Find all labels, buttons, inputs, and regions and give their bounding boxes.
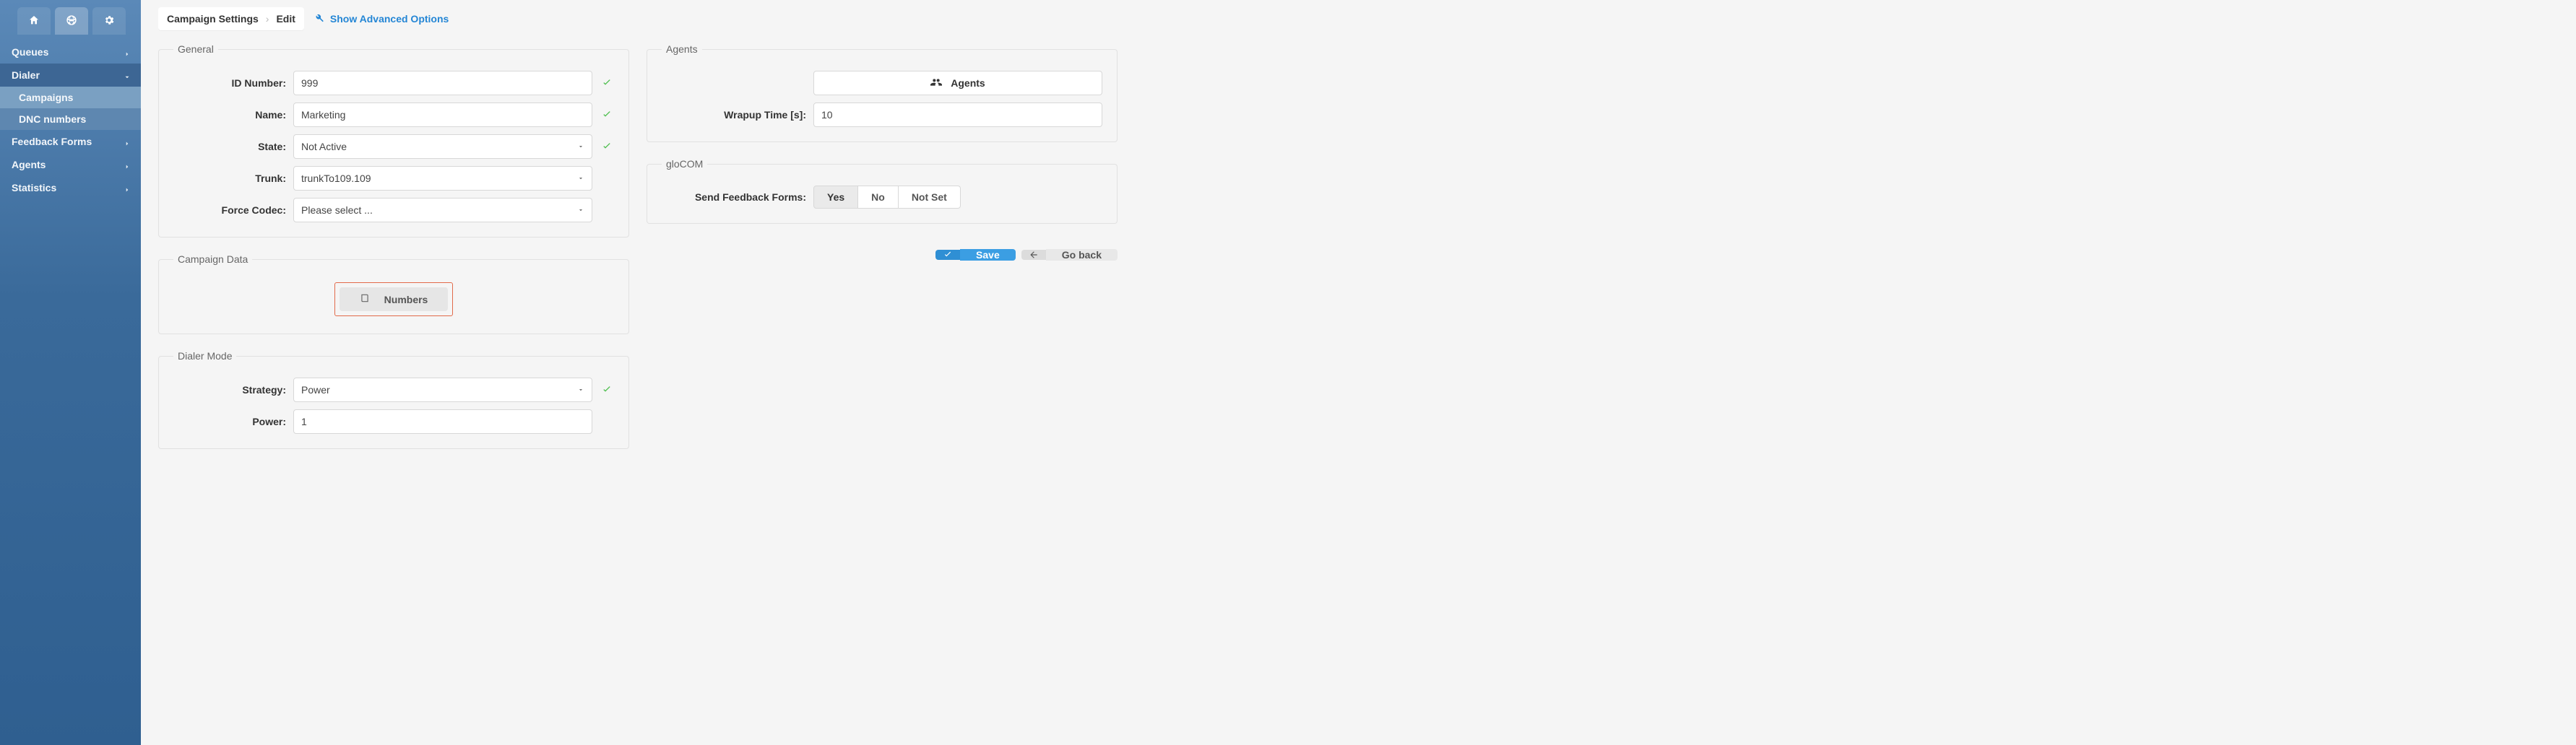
go-back-button[interactable]: Go back bbox=[1021, 243, 1118, 267]
agents-button[interactable]: Agents bbox=[813, 71, 1102, 95]
panel-dialer-mode: Dialer Mode Strategy: Power Power: 1 bbox=[158, 350, 629, 449]
caret-down-icon bbox=[577, 204, 584, 216]
label-power: Power: bbox=[173, 416, 286, 427]
select-strategy[interactable]: Power bbox=[293, 378, 592, 402]
sidebar-item-label: DNC numbers bbox=[19, 113, 86, 125]
sidebar-item-label: Agents bbox=[12, 159, 46, 170]
label-name: Name: bbox=[173, 109, 286, 121]
check-icon bbox=[600, 384, 614, 396]
sidebar-item-queues[interactable]: Queues bbox=[0, 40, 141, 64]
action-row: Save Go back bbox=[647, 243, 1118, 267]
breadcrumb-current: Edit bbox=[276, 13, 295, 25]
sidebar-subitem-campaigns[interactable]: Campaigns bbox=[0, 87, 141, 108]
send-feedback-toggle: Yes No Not Set bbox=[813, 186, 961, 209]
sidebar: Queues Dialer Campaigns DNC numbers Feed… bbox=[0, 0, 141, 745]
label-trunk: Trunk: bbox=[173, 173, 286, 184]
home-icon bbox=[28, 14, 40, 28]
panel-general: General ID Number: 999 Name: Marketing S… bbox=[158, 43, 629, 238]
wrench-icon bbox=[314, 13, 324, 25]
input-power[interactable]: 1 bbox=[293, 409, 592, 434]
sidebar-subitem-dnc[interactable]: DNC numbers bbox=[0, 108, 141, 130]
label-send-feedback: Send Feedback Forms: bbox=[662, 191, 806, 203]
check-icon bbox=[600, 77, 614, 89]
save-button-label: Save bbox=[960, 249, 1016, 261]
sidebar-item-agents[interactable]: Agents bbox=[0, 153, 141, 176]
sidebar-item-label: Feedback Forms bbox=[12, 136, 92, 147]
panel-legend: General bbox=[173, 43, 218, 55]
check-icon bbox=[600, 109, 614, 121]
input-wrapup-time[interactable]: 10 bbox=[813, 103, 1102, 127]
chevron-right-icon bbox=[124, 138, 131, 145]
book-icon bbox=[360, 293, 370, 305]
chevron-down-icon bbox=[124, 71, 131, 79]
label-state: State: bbox=[173, 141, 286, 152]
chevron-right-icon bbox=[124, 48, 131, 56]
toggle-no[interactable]: No bbox=[858, 186, 899, 209]
sidebar-item-label: Statistics bbox=[12, 182, 56, 193]
caret-down-icon bbox=[577, 141, 584, 152]
sidebar-item-statistics[interactable]: Statistics bbox=[0, 176, 141, 199]
label-force-codec: Force Codec: bbox=[173, 204, 286, 216]
label-strategy: Strategy: bbox=[173, 384, 286, 396]
select-trunk[interactable]: trunkTo109.109 bbox=[293, 166, 592, 191]
select-state[interactable]: Not Active bbox=[293, 134, 592, 159]
panel-legend: Campaign Data bbox=[173, 253, 252, 265]
caret-down-icon bbox=[577, 173, 584, 184]
check-icon bbox=[600, 141, 614, 152]
breadcrumb-root[interactable]: Campaign Settings bbox=[167, 13, 259, 25]
sidebar-item-feedback-forms[interactable]: Feedback Forms bbox=[0, 130, 141, 153]
panel-agents: Agents Agents Wrapup Time [s]: 10 bbox=[647, 43, 1118, 142]
globe-icon bbox=[66, 14, 77, 28]
toggle-yes[interactable]: Yes bbox=[813, 186, 858, 209]
go-back-button-label: Go back bbox=[1046, 249, 1118, 261]
save-button[interactable]: Save bbox=[935, 243, 1016, 267]
panel-campaign-data: Campaign Data Numbers bbox=[158, 253, 629, 334]
breadcrumb: Campaign Settings › Edit bbox=[158, 7, 304, 30]
panel-legend: Dialer Mode bbox=[173, 350, 236, 362]
input-id-number[interactable]: 999 bbox=[293, 71, 592, 95]
numbers-button[interactable]: Numbers bbox=[340, 287, 449, 311]
input-name[interactable]: Marketing bbox=[293, 103, 592, 127]
numbers-highlight-frame: Numbers bbox=[334, 282, 454, 316]
show-advanced-toggle[interactable]: Show Advanced Options bbox=[314, 13, 449, 25]
label-id-number: ID Number: bbox=[173, 77, 286, 89]
sidebar-item-label: Queues bbox=[12, 46, 48, 58]
users-icon bbox=[930, 77, 942, 90]
agents-button-label: Agents bbox=[951, 77, 985, 89]
gears-icon bbox=[103, 14, 115, 28]
sidebar-tab-home[interactable] bbox=[17, 7, 51, 35]
select-force-codec[interactable]: Please select ... bbox=[293, 198, 592, 222]
sidebar-tab-settings[interactable] bbox=[92, 7, 126, 35]
label-wrapup-time: Wrapup Time [s]: bbox=[662, 109, 806, 121]
sidebar-item-label: Dialer bbox=[12, 69, 40, 81]
chevron-right-icon bbox=[124, 184, 131, 191]
breadcrumb-bar: Campaign Settings › Edit Show Advanced O… bbox=[141, 0, 2576, 38]
numbers-button-label: Numbers bbox=[384, 294, 428, 305]
chevron-right-icon bbox=[124, 161, 131, 168]
panel-legend: gloCOM bbox=[662, 158, 707, 170]
panel-glocom: gloCOM Send Feedback Forms: Yes No Not S… bbox=[647, 158, 1118, 224]
sidebar-tab-globe[interactable] bbox=[55, 7, 88, 35]
check-icon bbox=[935, 250, 960, 260]
caret-down-icon bbox=[577, 384, 584, 396]
show-advanced-label: Show Advanced Options bbox=[330, 13, 449, 25]
main-area: Campaign Settings › Edit Show Advanced O… bbox=[141, 0, 2576, 745]
sidebar-tabs bbox=[0, 0, 141, 35]
sidebar-nav: Queues Dialer Campaigns DNC numbers Feed… bbox=[0, 40, 141, 199]
sidebar-item-label: Campaigns bbox=[19, 92, 73, 103]
sidebar-item-dialer[interactable]: Dialer bbox=[0, 64, 141, 87]
chevron-right-icon: › bbox=[266, 13, 269, 25]
arrow-left-icon bbox=[1021, 250, 1046, 260]
panel-legend: Agents bbox=[662, 43, 702, 55]
toggle-notset[interactable]: Not Set bbox=[899, 186, 961, 209]
